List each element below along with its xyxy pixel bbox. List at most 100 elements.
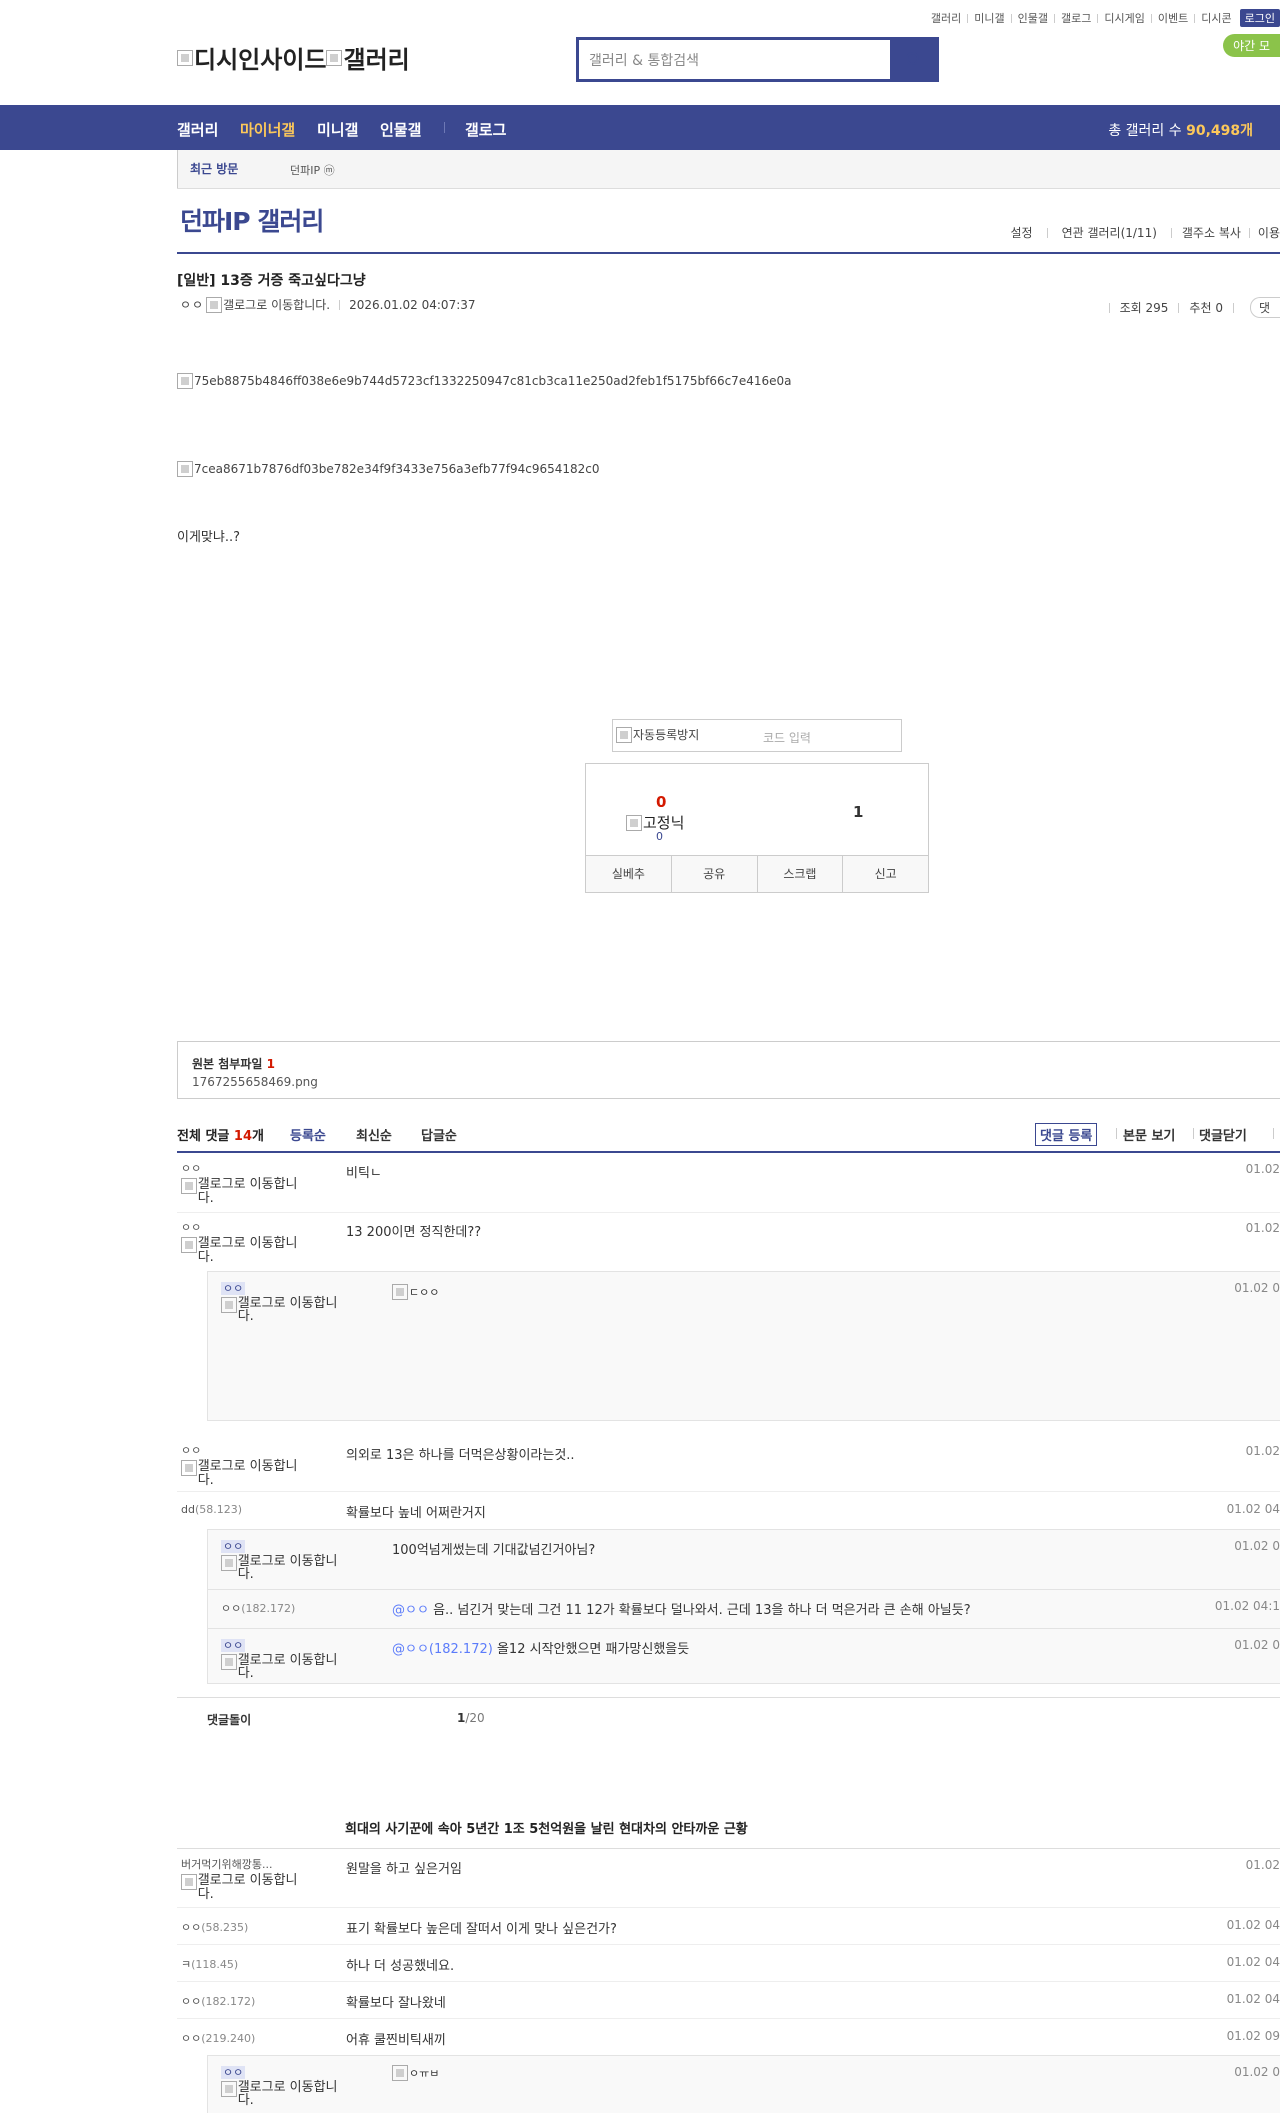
- captcha-box: 자동등록방지 코드 입력: [612, 719, 902, 752]
- comment-text: 어휴 쿨찐비틱새끼: [346, 2033, 446, 2048]
- reply-nick: ㅇㅇ: [221, 1639, 246, 1652]
- dccon-image[interactable]: ㄷㅇㅇ: [392, 1284, 439, 1300]
- gallog-link[interactable]: 갤로그로 이동합니다.: [181, 1874, 311, 1902]
- usage-link[interactable]: 이용: [1258, 224, 1280, 241]
- comment-date: 01.02: [1245, 1858, 1280, 1872]
- comment-row: ㅇㅇ 갤로그로 이동합니다. 13 200이면 정직한데?? 01.02: [177, 1212, 1280, 1271]
- attachment-file-link[interactable]: 1767255658469.png: [192, 1075, 318, 1089]
- gallog-alt: 갤로그로 이동합니다.: [223, 298, 331, 312]
- reply-mention[interactable]: @ㅇㅇ(182.172): [392, 1642, 493, 1657]
- gallog-icon[interactable]: [206, 296, 223, 313]
- sort-by-register[interactable]: 등록순: [290, 1125, 326, 1144]
- recent-gallery-link[interactable]: 던파IP ⓜ: [290, 162, 335, 178]
- copy-gallery-address-link[interactable]: 갤주소 복사: [1182, 224, 1241, 241]
- comment-date: 01.02: [1245, 1162, 1280, 1176]
- comment-nick: ㅇㅇ: [181, 2032, 202, 2045]
- nav-gallery[interactable]: 갤러리: [177, 119, 218, 140]
- login-button[interactable]: 로그인: [1239, 9, 1280, 27]
- comment-text: 원말을 하고 싶은거임: [346, 1862, 462, 1877]
- share-button[interactable]: 공유: [671, 856, 758, 892]
- comment-author[interactable]: 버거먹기위해깡통... 갤로그로 이동합니다.: [181, 1856, 311, 1902]
- util-link-person[interactable]: 인물갤: [1018, 10, 1048, 26]
- util-link-event[interactable]: 이벤트: [1158, 10, 1188, 26]
- gallery-title[interactable]: 던파IP 갤러리: [180, 202, 324, 238]
- reply-author[interactable]: ㅇㅇ 갤로그로 이동합니다.: [221, 1637, 351, 1680]
- scrap-button[interactable]: 스크랩: [757, 856, 844, 892]
- gallog-alt: 갤로그로 이동합니다.: [237, 1554, 338, 1582]
- comment-author[interactable]: dd(58.123): [181, 1503, 311, 1516]
- reply-row: ㅇㅇ 갤로그로 이동합니다. ㄷㅇㅇ 01.02 0: [207, 1271, 1280, 1421]
- view-body-button[interactable]: 본문 보기: [1123, 1125, 1175, 1144]
- post-image-2[interactable]: 7cea8671b7876df03be782e34f9f3433e756a3ef…: [177, 461, 600, 477]
- nav-mini-gallery[interactable]: 미니갤: [317, 119, 358, 140]
- gallog-link[interactable]: 갤로그로 이동합니다.: [181, 1178, 311, 1206]
- comment-author[interactable]: ㅋ(118.45): [181, 1956, 311, 1972]
- comment-text: 확률보다 높네 어쩌란거지: [346, 1506, 486, 1521]
- comment-bot-label[interactable]: 댓글돌이: [207, 1711, 251, 1728]
- comment-ip: (58.123): [194, 1503, 243, 1516]
- comment-row: ㅋ(118.45) 하나 더 성공했네요. 01.02 04: [177, 1944, 1280, 1982]
- comment-author[interactable]: ㅇㅇ 갤로그로 이동합니다.: [181, 1442, 311, 1488]
- sort-by-latest[interactable]: 최신순: [356, 1125, 392, 1144]
- comment-author[interactable]: ㅇㅇ(58.235): [181, 1919, 311, 1935]
- util-link-minigall[interactable]: 미니갤: [974, 10, 1004, 26]
- post-author[interactable]: ㅇㅇ: [180, 296, 204, 313]
- comment-author[interactable]: ㅇㅇ(219.240): [181, 2030, 311, 2046]
- comment-text: 의외로 13은 하나를 더먹은상황이라는것..: [346, 1448, 575, 1463]
- nav-minor-gallery[interactable]: 마이너갤: [240, 119, 295, 140]
- util-link-dcgame[interactable]: 디시게임: [1104, 10, 1144, 26]
- comment-row: ㅇㅇ(182.172) 확률보다 잘나왔네 01.02 04: [177, 1981, 1280, 2019]
- site-logo[interactable]: 디시인사이드 갤러리: [177, 40, 410, 75]
- comment-author[interactable]: ㅇㅇ 갤로그로 이동합니다.: [181, 1160, 311, 1206]
- gallog-link[interactable]: 갤로그로 이동합니다.: [221, 1297, 351, 1323]
- comment-author[interactable]: ㅇㅇ 갤로그로 이동합니다.: [181, 1219, 311, 1265]
- comment-nick: ㅋ: [181, 1958, 192, 1971]
- downvote-count[interactable]: 1: [853, 803, 863, 821]
- util-link-dccon[interactable]: 디시콘: [1201, 10, 1231, 26]
- comment-register-button[interactable]: 댓글 등록: [1035, 1123, 1098, 1146]
- gallog-link[interactable]: 갤로그로 이동합니다.: [221, 2081, 351, 2107]
- reply-author[interactable]: ㅇㅇ 갤로그로 이동합니다.: [221, 1538, 351, 1581]
- search-button[interactable]: [891, 40, 936, 79]
- broken-image-icon: [181, 1237, 197, 1253]
- best-recommend-button[interactable]: 실베추: [586, 856, 672, 892]
- gallog-link[interactable]: 갤로그로 이동합니다.: [221, 1654, 351, 1680]
- comment-count-button[interactable]: 댓: [1249, 297, 1280, 318]
- comment-row: ㅇㅇ 갤로그로 이동합니다. 비틱ㄴ 01.02: [177, 1153, 1280, 1213]
- comment-ip: (118.45): [191, 1958, 239, 1971]
- comment-page-indicator: 1/20: [457, 1711, 485, 1725]
- post-stats: 조회 295 추천 0 댓: [1099, 297, 1280, 318]
- dccon-alt: ㄷㅇㅇ: [409, 1286, 440, 1299]
- settings-link[interactable]: 설정: [1010, 224, 1032, 241]
- ad-headline-link[interactable]: 희대의 사기꾼에 속아 5년간 1조 5천억원을 날린 현대차의 안타까운 근황: [345, 1818, 748, 1837]
- dccon-image[interactable]: ㅇㅠㅂ: [392, 2065, 439, 2081]
- captcha-input[interactable]: 코드 입력: [763, 729, 811, 746]
- reply-date: 01.02 0: [1234, 1281, 1280, 1295]
- close-comments-button[interactable]: 댓글닫기: [1199, 1125, 1247, 1144]
- search-input[interactable]: 갤러리 & 통합검색: [579, 40, 891, 79]
- post-image-1[interactable]: 75eb8875b4846ff038e6e9b744d5723cf1332250…: [177, 373, 791, 389]
- comments-total-unit: 개: [252, 1129, 264, 1144]
- reply-author[interactable]: ㅇㅇ 갤로그로 이동합니다.: [221, 1280, 351, 1323]
- gallog-link[interactable]: 갤로그로 이동합니다.: [221, 1555, 351, 1581]
- divider: [1273, 1128, 1274, 1139]
- nav-person-gallery[interactable]: 인물갤: [380, 119, 421, 140]
- util-link-gallog[interactable]: 갤로그: [1061, 10, 1091, 26]
- comment-row: 버거먹기위해깡통... 갤로그로 이동합니다. 원말을 하고 싶은거임 01.02: [177, 1849, 1280, 1908]
- sort-by-replies[interactable]: 답글순: [421, 1125, 457, 1144]
- comment-pagination: 댓글돌이 1/20: [177, 1697, 1280, 1743]
- util-link-gallery[interactable]: 갤러리: [931, 10, 961, 26]
- gallog-link[interactable]: 갤로그로 이동합니다.: [181, 1460, 311, 1488]
- reply-author[interactable]: ㅇㅇ 갤로그로 이동합니다.: [221, 2064, 351, 2107]
- reply-author[interactable]: ㅇㅇ(182.172): [221, 1600, 351, 1616]
- related-gallery-link[interactable]: 연관 갤러리(1/11): [1062, 224, 1157, 241]
- reply-mention[interactable]: @ㅇㅇ: [392, 1603, 429, 1618]
- gallog-link[interactable]: 갤로그로 이동합니다.: [181, 1237, 311, 1265]
- night-mode-toggle[interactable]: 야간 모: [1223, 34, 1280, 57]
- nav-gallog[interactable]: 갤로그: [465, 119, 506, 140]
- fixed-nick-label: 고정닉: [643, 814, 685, 832]
- comment-author[interactable]: ㅇㅇ(182.172): [181, 1993, 311, 2009]
- upvote-count[interactable]: 0: [656, 793, 666, 811]
- recent-visits-label[interactable]: 최근 방문: [177, 150, 250, 188]
- report-button[interactable]: 신고: [843, 856, 928, 892]
